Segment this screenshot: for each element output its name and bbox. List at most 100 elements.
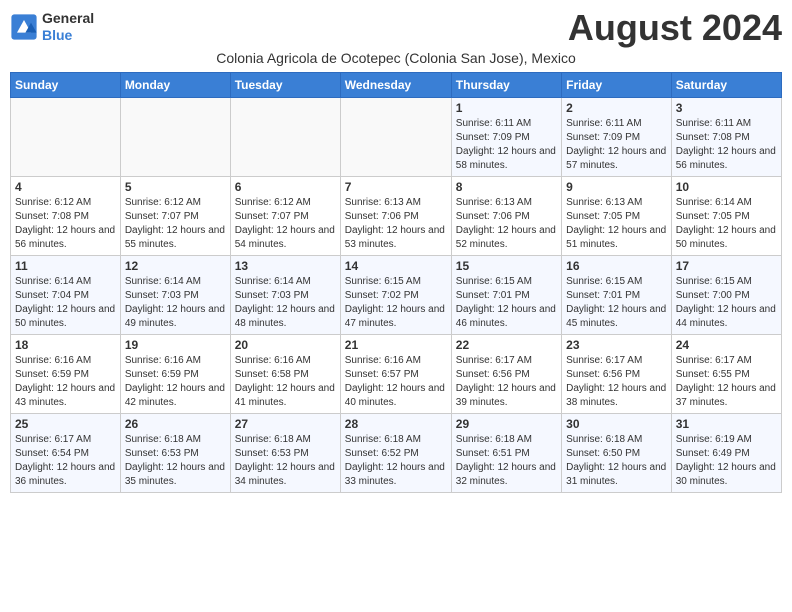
day-info: Sunrise: 6:19 AMSunset: 6:49 PMDaylight:… — [676, 433, 777, 489]
calendar-cell — [340, 98, 451, 177]
weekday-header: Tuesday — [230, 73, 340, 98]
calendar-cell: 10 Sunrise: 6:14 AMSunset: 7:05 PMDayligh… — [671, 177, 781, 256]
logo-blue: Blue — [42, 27, 94, 44]
day-info: Sunrise: 6:14 AMSunset: 7:05 PMDaylight:… — [676, 196, 777, 252]
calendar-cell: 11 Sunrise: 6:14 AMSunset: 7:04 PMDayligh… — [11, 256, 121, 335]
day-info: Sunrise: 6:18 AMSunset: 6:52 PMDaylight:… — [345, 433, 447, 489]
day-number: 5 — [125, 180, 226, 194]
day-number: 13 — [235, 259, 336, 273]
calendar-cell: 2 Sunrise: 6:11 AMSunset: 7:09 PMDaylight… — [562, 98, 672, 177]
calendar-subtitle: Colonia Agricola de Ocotepec (Colonia Sa… — [10, 50, 782, 66]
day-number: 22 — [456, 338, 557, 352]
day-info: Sunrise: 6:13 AMSunset: 7:06 PMDaylight:… — [345, 196, 447, 252]
day-number: 31 — [676, 417, 777, 431]
calendar-cell: 3Sunrise: 6:11 AMSunset: 7:08 PMDaylight… — [671, 98, 781, 177]
day-info: Sunrise: 6:14 AMSunset: 7:03 PMDaylight:… — [125, 275, 226, 331]
day-number: 23 — [566, 338, 667, 352]
calendar-cell: 16 Sunrise: 6:15 AMSunset: 7:01 PMDayligh… — [562, 256, 672, 335]
calendar-cell — [11, 98, 121, 177]
calendar-cell: 28 Sunrise: 6:18 AMSunset: 6:52 PMDayligh… — [340, 414, 451, 493]
weekday-header: Monday — [120, 73, 230, 98]
month-title: August 2024 — [568, 10, 782, 46]
day-number: 20 — [235, 338, 336, 352]
day-info: Sunrise: 6:12 AMSunset: 7:07 PMDaylight:… — [125, 196, 226, 252]
page-header: General Blue August 2024 — [10, 10, 782, 46]
day-number: 11 — [15, 259, 116, 273]
day-number: 25 — [15, 417, 116, 431]
calendar-cell: 17 Sunrise: 6:15 AMSunset: 7:00 PMDayligh… — [671, 256, 781, 335]
calendar-cell: 1 Sunrise: 6:11 AMSunset: 7:09 PMDaylight… — [451, 98, 561, 177]
weekday-header: Friday — [562, 73, 672, 98]
day-info: Sunrise: 6:18 AMSunset: 6:53 PMDaylight:… — [235, 433, 336, 489]
logo-general: General — [42, 10, 94, 27]
day-info: Sunrise: 6:11 AMSunset: 7:08 PMDaylight:… — [676, 117, 777, 173]
logo-icon — [10, 13, 38, 41]
day-number: 14 — [345, 259, 447, 273]
logo: General Blue — [10, 10, 94, 44]
calendar-week-row: 25 Sunrise: 6:17 AMSunset: 6:54 PMDayligh… — [11, 414, 782, 493]
day-number: 15 — [456, 259, 557, 273]
weekday-header-row: SundayMondayTuesdayWednesdayThursdayFrid… — [11, 73, 782, 98]
calendar-cell: 7 Sunrise: 6:13 AMSunset: 7:06 PMDaylight… — [340, 177, 451, 256]
day-number: 10 — [676, 180, 777, 194]
day-info: Sunrise: 6:16 AMSunset: 6:58 PMDaylight:… — [235, 354, 336, 410]
day-number: 6 — [235, 180, 336, 194]
day-number: 26 — [125, 417, 226, 431]
day-number: 7 — [345, 180, 447, 194]
day-info: Sunrise: 6:11 AMSunset: 7:09 PMDaylight:… — [566, 117, 667, 173]
day-number: 12 — [125, 259, 226, 273]
day-info: Sunrise: 6:15 AMSunset: 7:00 PMDaylight:… — [676, 275, 777, 331]
calendar-cell: 23 Sunrise: 6:17 AMSunset: 6:56 PMDayligh… — [562, 335, 672, 414]
calendar-cell: 9Sunrise: 6:13 AMSunset: 7:05 PMDaylight… — [562, 177, 672, 256]
day-info: Sunrise: 6:17 AMSunset: 6:54 PMDaylight:… — [15, 433, 116, 489]
day-number: 2 — [566, 101, 667, 115]
day-info: Sunrise: 6:17 AMSunset: 6:56 PMDaylight:… — [456, 354, 557, 410]
day-info: Sunrise: 6:11 AMSunset: 7:09 PMDaylight:… — [456, 117, 557, 173]
day-info: Sunrise: 6:14 AMSunset: 7:04 PMDaylight:… — [15, 275, 116, 331]
day-info: Sunrise: 6:12 AMSunset: 7:08 PMDaylight:… — [15, 196, 116, 252]
day-number: 17 — [676, 259, 777, 273]
day-number: 27 — [235, 417, 336, 431]
calendar-cell: 4 Sunrise: 6:12 AMSunset: 7:08 PMDaylight… — [11, 177, 121, 256]
calendar-week-row: 4 Sunrise: 6:12 AMSunset: 7:08 PMDaylight… — [11, 177, 782, 256]
calendar-table: SundayMondayTuesdayWednesdayThursdayFrid… — [10, 72, 782, 493]
calendar-cell: 20 Sunrise: 6:16 AMSunset: 6:58 PMDayligh… — [230, 335, 340, 414]
calendar-cell: 19 Sunrise: 6:16 AMSunset: 6:59 PMDayligh… — [120, 335, 230, 414]
day-info: Sunrise: 6:17 AMSunset: 6:56 PMDaylight:… — [566, 354, 667, 410]
weekday-header: Thursday — [451, 73, 561, 98]
calendar-week-row: 1 Sunrise: 6:11 AMSunset: 7:09 PMDaylight… — [11, 98, 782, 177]
calendar-cell: 29 Sunrise: 6:18 AMSunset: 6:51 PMDayligh… — [451, 414, 561, 493]
calendar-cell: 24Sunrise: 6:17 AMSunset: 6:55 PMDayligh… — [671, 335, 781, 414]
day-info: Sunrise: 6:15 AMSunset: 7:02 PMDaylight:… — [345, 275, 447, 331]
day-number: 4 — [15, 180, 116, 194]
day-number: 18 — [15, 338, 116, 352]
day-info: Sunrise: 6:16 AMSunset: 6:59 PMDaylight:… — [125, 354, 226, 410]
day-info: Sunrise: 6:16 AMSunset: 6:59 PMDaylight:… — [15, 354, 116, 410]
calendar-cell: 6 Sunrise: 6:12 AMSunset: 7:07 PMDaylight… — [230, 177, 340, 256]
calendar-week-row: 11 Sunrise: 6:14 AMSunset: 7:04 PMDayligh… — [11, 256, 782, 335]
day-info: Sunrise: 6:15 AMSunset: 7:01 PMDaylight:… — [456, 275, 557, 331]
day-number: 19 — [125, 338, 226, 352]
calendar-cell: 15 Sunrise: 6:15 AMSunset: 7:01 PMDayligh… — [451, 256, 561, 335]
calendar-cell: 21 Sunrise: 6:16 AMSunset: 6:57 PMDayligh… — [340, 335, 451, 414]
calendar-body: 1 Sunrise: 6:11 AMSunset: 7:09 PMDaylight… — [11, 98, 782, 493]
day-number: 1 — [456, 101, 557, 115]
calendar-cell: 13 Sunrise: 6:14 AMSunset: 7:03 PMDayligh… — [230, 256, 340, 335]
day-info: Sunrise: 6:14 AMSunset: 7:03 PMDaylight:… — [235, 275, 336, 331]
calendar-cell: 5 Sunrise: 6:12 AMSunset: 7:07 PMDaylight… — [120, 177, 230, 256]
day-number: 29 — [456, 417, 557, 431]
day-number: 16 — [566, 259, 667, 273]
day-info: Sunrise: 6:16 AMSunset: 6:57 PMDaylight:… — [345, 354, 447, 410]
weekday-header: Wednesday — [340, 73, 451, 98]
day-number: 21 — [345, 338, 447, 352]
calendar-cell: 27 Sunrise: 6:18 AMSunset: 6:53 PMDayligh… — [230, 414, 340, 493]
day-info: Sunrise: 6:12 AMSunset: 7:07 PMDaylight:… — [235, 196, 336, 252]
day-info: Sunrise: 6:15 AMSunset: 7:01 PMDaylight:… — [566, 275, 667, 331]
day-number: 28 — [345, 417, 447, 431]
day-info: Sunrise: 6:18 AMSunset: 6:50 PMDaylight:… — [566, 433, 667, 489]
calendar-cell: 12 Sunrise: 6:14 AMSunset: 7:03 PMDayligh… — [120, 256, 230, 335]
weekday-header: Saturday — [671, 73, 781, 98]
day-info: Sunrise: 6:18 AMSunset: 6:51 PMDaylight:… — [456, 433, 557, 489]
header-right: August 2024 — [568, 10, 782, 46]
calendar-header: SundayMondayTuesdayWednesdayThursdayFrid… — [11, 73, 782, 98]
